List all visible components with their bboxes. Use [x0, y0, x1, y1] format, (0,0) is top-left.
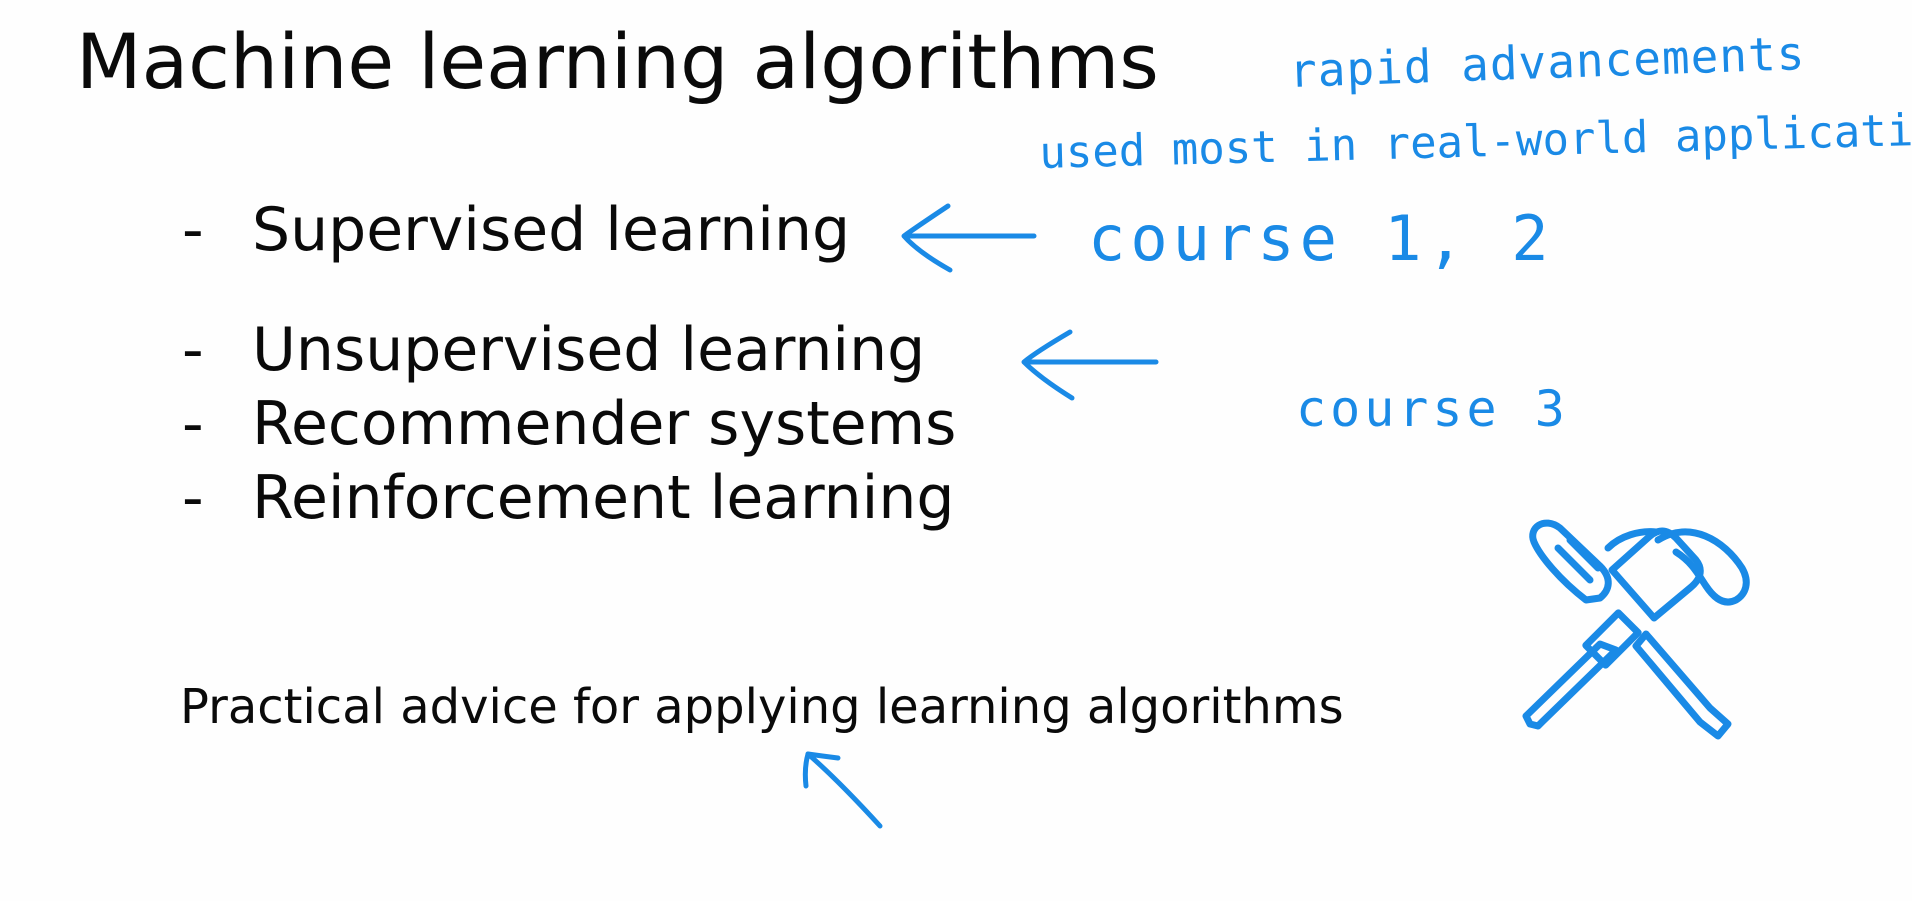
arrow-applying-icon — [802, 751, 883, 829]
annotation-course-1-2: course 1, 2 — [1088, 202, 1554, 275]
slide: Machine learning algorithms - Supervised … — [0, 0, 1912, 901]
annotation-used-most: used most in real-world applications — [1038, 103, 1912, 179]
arrow-unsupervised-icon — [1021, 329, 1159, 401]
slide-title: Machine learning algorithms — [76, 17, 1159, 106]
bullet-reinforcement-learning: - Reinforcement learning — [182, 464, 954, 533]
annotation-rapid-advancements: rapid advancements — [1288, 26, 1807, 98]
practical-advice-text: Practical advice for applying learning a… — [180, 679, 1344, 735]
bullet-dash: - — [182, 195, 204, 265]
bullet-unsupervised-learning: - Unsupervised learning — [182, 316, 925, 385]
arrow-supervised-icon — [901, 203, 1037, 273]
bullet-dash: - — [182, 463, 204, 533]
bullet-label: Recommender systems — [252, 389, 957, 459]
bullet-dash: - — [182, 315, 204, 385]
bullet-label: Reinforcement learning — [252, 463, 955, 533]
wrench-hammer-icon — [1522, 519, 1750, 740]
bullet-dash: - — [182, 389, 204, 459]
bullet-recommender-systems: - Recommender systems — [182, 390, 956, 459]
annotation-course-3: course 3 — [1296, 380, 1569, 438]
bullet-label: Supervised learning — [252, 195, 851, 265]
bullet-label: Unsupervised learning — [252, 315, 926, 385]
bullet-supervised-learning: - Supervised learning — [182, 196, 850, 265]
